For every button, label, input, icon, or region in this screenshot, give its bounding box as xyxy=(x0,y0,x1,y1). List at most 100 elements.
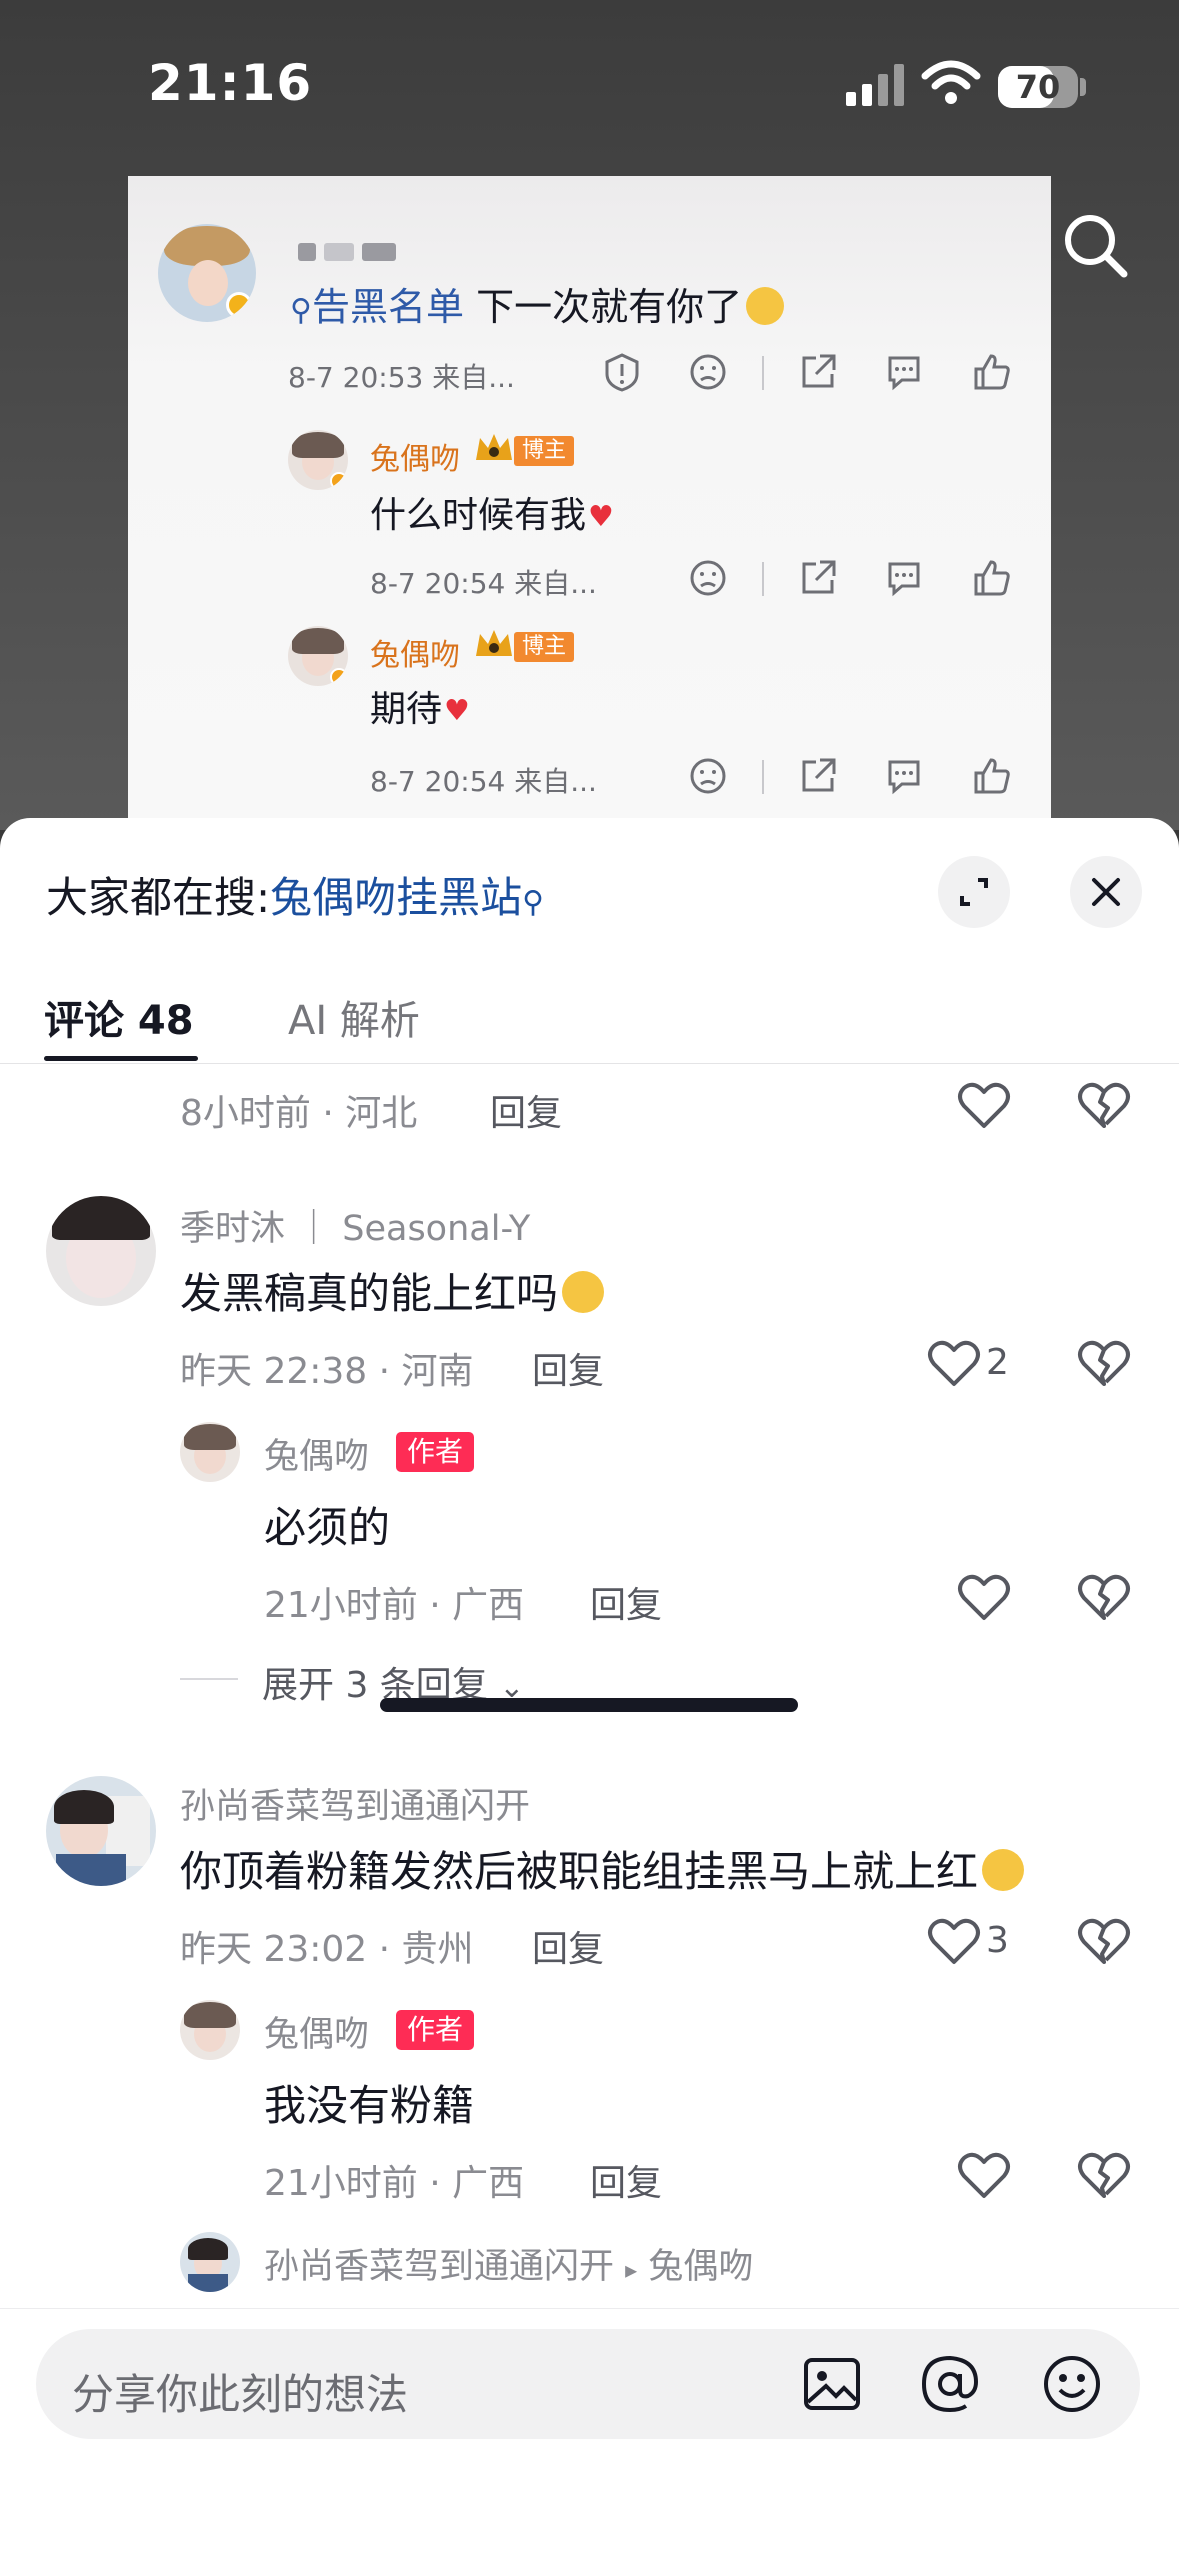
reply-text: 我没有粉籍 xyxy=(264,2081,475,2130)
tab-ai-analysis[interactable]: AI 解析 xyxy=(288,988,420,1046)
avatar xyxy=(288,626,348,686)
pleading-face-emoji-icon xyxy=(562,1271,605,1314)
broken-heart-icon[interactable] xyxy=(1076,1916,1132,1968)
battery-level: 70 xyxy=(1015,68,1061,106)
mention-icon[interactable] xyxy=(918,2352,982,2416)
thumbs-up-icon[interactable] xyxy=(972,558,1012,598)
comment-icon[interactable] xyxy=(884,558,924,598)
hot-search-label: 大家都在搜: xyxy=(46,873,271,922)
hot-search-bar[interactable]: 大家都在搜:兔偶吻挂黑站⚲ xyxy=(46,864,544,925)
avatar[interactable] xyxy=(180,2000,240,2060)
author-badge: 作者 xyxy=(396,1432,475,1472)
like-count: 2 xyxy=(986,1342,1009,1383)
reply-text: 什么时候有我♥ xyxy=(370,495,614,536)
broken-heart-icon[interactable] xyxy=(1076,2150,1132,2202)
main-comment-text: ⚲告黑名单 下一次就有你了 xyxy=(290,276,785,331)
comment-username[interactable]: 季时沐 ｜ Seasonal-Y xyxy=(180,1200,530,1251)
tab-comments[interactable]: 评论 48 xyxy=(44,988,194,1046)
crown-icon xyxy=(476,434,512,460)
broken-heart-emoji-icon: ♥ xyxy=(444,692,470,727)
dislike-face-icon[interactable] xyxy=(688,558,728,598)
report-icon[interactable] xyxy=(602,352,642,392)
image-icon[interactable] xyxy=(800,2352,864,2416)
home-indicator xyxy=(380,1698,798,1712)
battery-indicator: 70 xyxy=(998,66,1078,108)
share-icon[interactable] xyxy=(798,756,838,796)
reply-username[interactable]: 兔偶吻 xyxy=(370,630,460,674)
avatar[interactable] xyxy=(46,1196,156,1306)
share-icon[interactable] xyxy=(798,558,838,598)
reply-time-source: 8-7 20:54 来自... xyxy=(370,567,597,600)
hot-search-keyword[interactable]: 兔偶吻挂黑站 xyxy=(270,873,522,922)
reply-text: 期待♥ xyxy=(370,689,470,730)
dislike-face-icon[interactable] xyxy=(688,756,728,796)
share-icon[interactable] xyxy=(798,352,838,392)
divider xyxy=(180,1678,238,1680)
comment-text: 发黑稿真的能上红吗 xyxy=(180,1260,605,1321)
status-time: 21:16 xyxy=(148,54,313,112)
emoji-icon[interactable] xyxy=(1040,2352,1104,2416)
reply-button[interactable]: 回复 xyxy=(590,1576,662,1628)
reply-time-source: 8-7 20:54 来自... xyxy=(370,765,597,798)
broken-heart-icon[interactable] xyxy=(1076,1080,1132,1132)
wifi-icon xyxy=(921,60,981,104)
blurred-username xyxy=(298,243,408,263)
post-screenshot-card: ⚲告黑名单 下一次就有你了 8-7 20:53 来自... 兔偶吻 博主 什么时… xyxy=(128,176,1051,830)
battery-tip xyxy=(1080,78,1086,96)
heart-icon[interactable] xyxy=(956,1572,1012,1624)
reply-to-user[interactable]: 兔偶吻 xyxy=(648,2247,753,2287)
avatar[interactable] xyxy=(180,1422,240,1482)
broken-heart-icon[interactable] xyxy=(1076,1338,1132,1390)
divider xyxy=(762,356,764,390)
search-link[interactable]: 告黑名单 xyxy=(312,285,464,329)
heart-icon[interactable] xyxy=(926,1916,982,1968)
avatar xyxy=(288,430,348,490)
reply-button[interactable]: 回复 xyxy=(532,1342,604,1394)
blogger-badge: 博主 xyxy=(514,632,575,662)
avatar[interactable] xyxy=(180,2232,240,2292)
cellular-signal-icon xyxy=(846,64,904,106)
tab-bar: 评论 48 AI 解析 xyxy=(0,968,1179,1064)
avatar[interactable] xyxy=(46,1776,156,1886)
heart-icon[interactable] xyxy=(956,1080,1012,1132)
reply-from-user[interactable]: 孙尚香菜驾到通通闪开 xyxy=(264,2247,614,2287)
reply-username[interactable]: 兔偶吻 xyxy=(264,2006,369,2057)
heart-icon[interactable] xyxy=(956,2150,1012,2202)
caret-right-icon: ▸ xyxy=(625,2256,638,2284)
search-small-icon: ⚲ xyxy=(522,885,545,920)
reply-username[interactable]: 兔偶吻 xyxy=(370,434,460,478)
comment-icon[interactable] xyxy=(884,756,924,796)
comment-body: 下一次就有你了 xyxy=(476,285,743,329)
comment-input-placeholder: 分享你此刻的想法 xyxy=(72,2370,409,2419)
emoji-icon xyxy=(746,286,785,325)
reply-button[interactable]: 回复 xyxy=(590,2154,662,2206)
reply-button[interactable]: 回复 xyxy=(532,1920,604,1972)
reply-text: 必须的 xyxy=(264,1503,391,1552)
comment-username[interactable]: 孙尚香菜驾到通通闪开 xyxy=(180,1778,530,1829)
dislike-face-icon[interactable] xyxy=(688,352,728,392)
like-count: 3 xyxy=(986,1920,1009,1961)
comment-input[interactable]: 分享你此刻的想法 xyxy=(36,2329,1140,2439)
close-button[interactable] xyxy=(1070,856,1142,928)
nested-reply-header: 孙尚香菜驾到通通闪开 ▸ 兔偶吻 xyxy=(264,2238,753,2289)
divider xyxy=(762,562,764,596)
heart-icon[interactable] xyxy=(926,1338,982,1390)
reply-button[interactable]: 回复 xyxy=(490,1084,562,1136)
comment-meta: 昨天 22:38 · 河南 xyxy=(180,1351,474,1392)
expand-button[interactable] xyxy=(938,856,1010,928)
thumbs-up-icon[interactable] xyxy=(972,352,1012,392)
avatar xyxy=(158,224,256,322)
blogger-badge: 博主 xyxy=(514,436,575,466)
search-icon[interactable] xyxy=(1060,210,1130,280)
broken-heart-icon[interactable] xyxy=(1076,1572,1132,1624)
reply-username[interactable]: 兔偶吻 xyxy=(264,1428,369,1479)
comment-composer: 分享你此刻的想法 xyxy=(0,2308,1179,2556)
thumbs-up-icon[interactable] xyxy=(972,756,1012,796)
comment-icon[interactable] xyxy=(884,352,924,392)
crying-face-emoji-icon xyxy=(982,1849,1025,1892)
crown-icon xyxy=(476,630,512,656)
expand-icon xyxy=(960,878,988,906)
comment-text: 你顶着粉籍发然后被职能组挂黑马上就上红 xyxy=(180,1838,1025,1899)
active-tab-indicator xyxy=(44,1056,198,1061)
broken-heart-emoji-icon: ♥ xyxy=(588,498,614,533)
